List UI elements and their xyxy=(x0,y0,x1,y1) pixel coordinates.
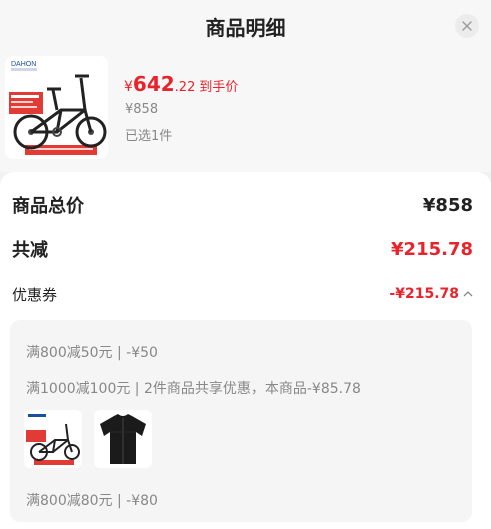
coupon-row[interactable]: 优惠券 -¥215.78 xyxy=(12,282,473,306)
chevron-up-icon xyxy=(463,291,473,297)
coupon-product-bicycle[interactable] xyxy=(24,410,82,468)
price-decimal: .22 xyxy=(174,80,196,95)
brand-logo-text: DAHON xyxy=(11,61,36,68)
page-title: 商品明细 xyxy=(205,16,286,40)
total-reduction-value: ¥215.78 xyxy=(391,238,473,260)
close-icon xyxy=(462,21,472,31)
original-price: ¥858 xyxy=(125,102,159,117)
total-price-value: ¥858 xyxy=(422,194,473,216)
coupon-amount: -¥215.78 xyxy=(389,286,459,302)
total-price-row: 商品总价 ¥858 xyxy=(12,192,473,218)
price-tag: 到手价 xyxy=(199,80,239,95)
price-detail-card: 商品总价 ¥858 共减 ¥215.78 优惠券 -¥215.78 满800减5… xyxy=(0,172,491,529)
bicycle-image: DAHON xyxy=(9,61,107,155)
jersey-image xyxy=(100,414,146,464)
coupon-details: 满800减50元 | -¥50 满1000减100元 | 2件商品共享优惠，本商… xyxy=(10,320,472,522)
coupon-label: 优惠券 xyxy=(12,285,58,304)
total-reduction-label: 共减 xyxy=(12,240,48,261)
coupon-item: 满800减50元 | -¥50 xyxy=(26,345,158,361)
final-price: ¥642.22 到手价 xyxy=(124,72,238,96)
coupon-product-jersey[interactable] xyxy=(94,410,152,468)
total-price-label: 商品总价 xyxy=(12,196,84,217)
selected-quantity: 已选1件 xyxy=(125,129,173,144)
product-info: DAHON ¥642.22 到手价 ¥858 已选1件 xyxy=(0,52,491,172)
bicycle-image xyxy=(26,414,80,465)
coupon-value: -¥215.78 xyxy=(389,286,473,302)
close-button[interactable] xyxy=(455,14,479,38)
price-symbol: ¥ xyxy=(124,79,133,95)
price-integer: 642 xyxy=(132,72,175,96)
sheet-header: 商品明细 xyxy=(0,0,491,52)
product-image[interactable]: DAHON xyxy=(5,56,108,159)
coupon-item: 满800减80元 | -¥80 xyxy=(26,493,158,509)
coupon-item: 满1000减100元 | 2件商品共享优惠，本商品-¥85.78 xyxy=(26,381,361,397)
total-reduction-row: 共减 ¥215.78 xyxy=(12,236,473,262)
